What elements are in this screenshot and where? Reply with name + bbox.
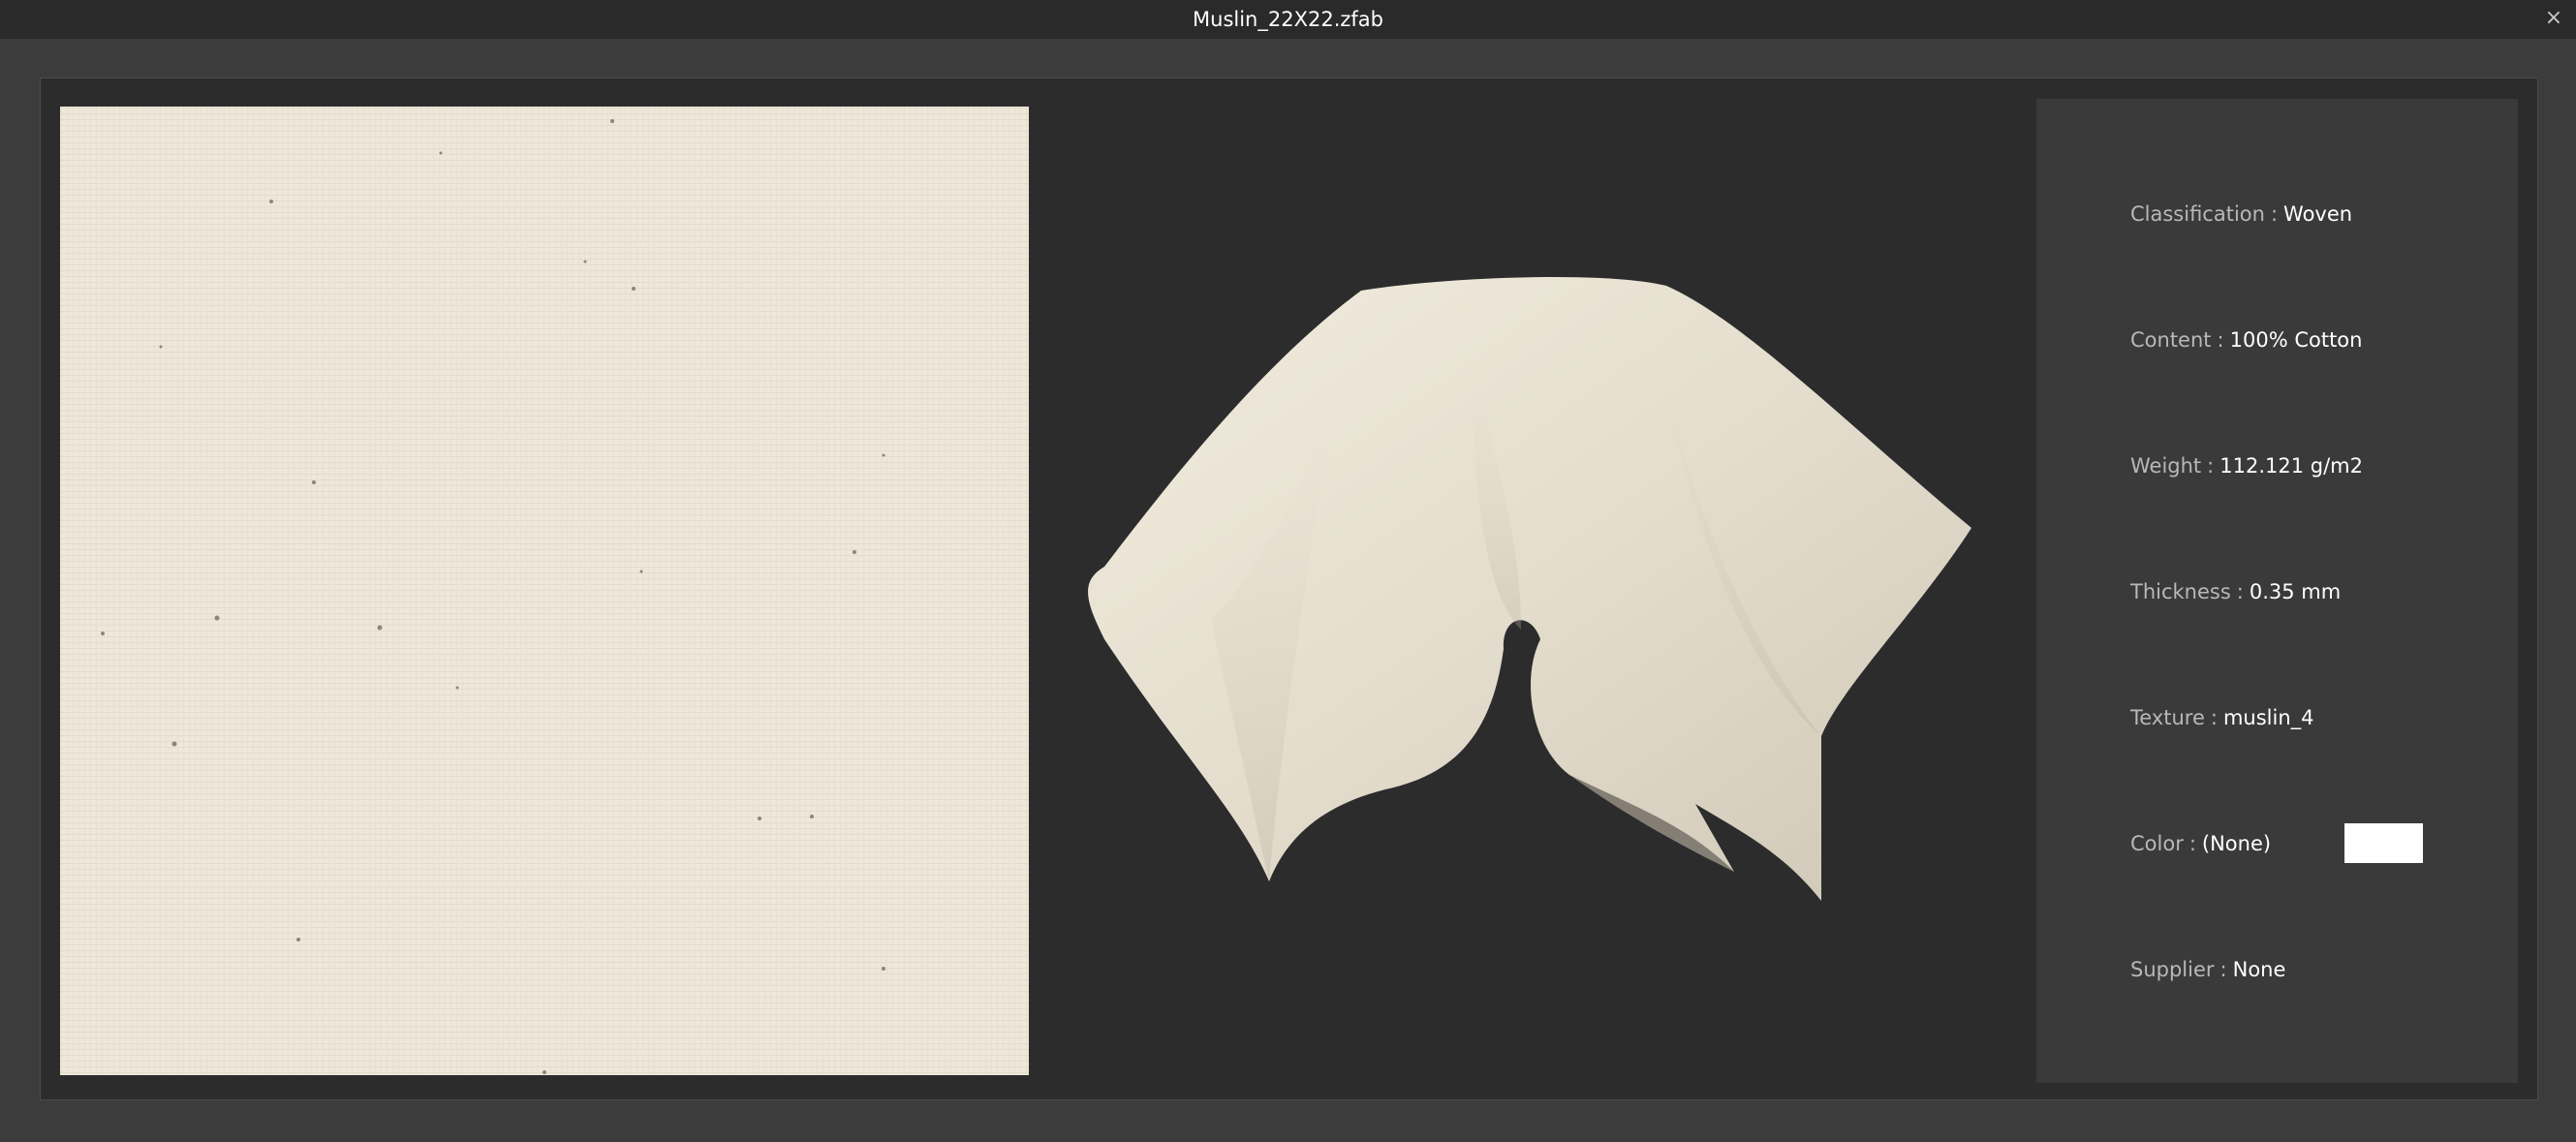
- prop-thickness: Thickness:0.35 mm: [2130, 577, 2341, 606]
- prop-label: Texture: [2130, 706, 2205, 729]
- prop-separator: :: [2210, 706, 2218, 729]
- fabric-drape-preview: [1088, 276, 1971, 901]
- prop-label: Supplier: [2130, 958, 2215, 981]
- prop-separator: :: [2188, 832, 2196, 855]
- prop-label: Weight: [2130, 454, 2202, 478]
- prop-value: 0.35 mm: [2249, 580, 2342, 603]
- prop-label: Classification: [2130, 202, 2265, 226]
- prop-classification: Classification: Woven: [2130, 200, 2352, 229]
- color-swatch-chip[interactable]: [2344, 823, 2423, 863]
- prop-separator: :: [2270, 202, 2279, 226]
- prop-content: Content:100% Cotton: [2130, 325, 2362, 355]
- title-bar: Muslin_22X22.zfab ×: [0, 0, 2576, 39]
- fabric-info-panel: Classification: Woven Content:100% Cotton…: [2036, 99, 2518, 1083]
- prop-separator: :: [2219, 958, 2227, 981]
- prop-value: 112.121 g/m2: [2219, 454, 2363, 478]
- fabric-texture-swatch: [60, 107, 1029, 1075]
- window-title: Muslin_22X22.zfab: [1193, 8, 1383, 31]
- prop-label: Content: [2130, 328, 2212, 352]
- prop-separator: :: [2207, 454, 2215, 478]
- prop-weight: Weight:112.121 g/m2: [2130, 451, 2363, 480]
- prop-value: 100% Cotton: [2229, 328, 2363, 352]
- prop-supplier: Supplier: None: [2130, 955, 2285, 984]
- prop-separator: :: [2236, 580, 2244, 603]
- prop-texture: Texture: muslin_4: [2130, 703, 2314, 732]
- prop-value: muslin_4: [2222, 706, 2314, 729]
- prop-value: Woven: [2283, 202, 2353, 226]
- close-icon[interactable]: ×: [2539, 4, 2568, 33]
- prop-value: None: [2232, 958, 2286, 981]
- prop-value: (None): [2201, 832, 2272, 855]
- prop-separator: :: [2217, 328, 2224, 352]
- prop-label: Color: [2130, 832, 2184, 855]
- prop-label: Thickness: [2130, 580, 2231, 603]
- prop-color: Color: (None): [2130, 829, 2271, 858]
